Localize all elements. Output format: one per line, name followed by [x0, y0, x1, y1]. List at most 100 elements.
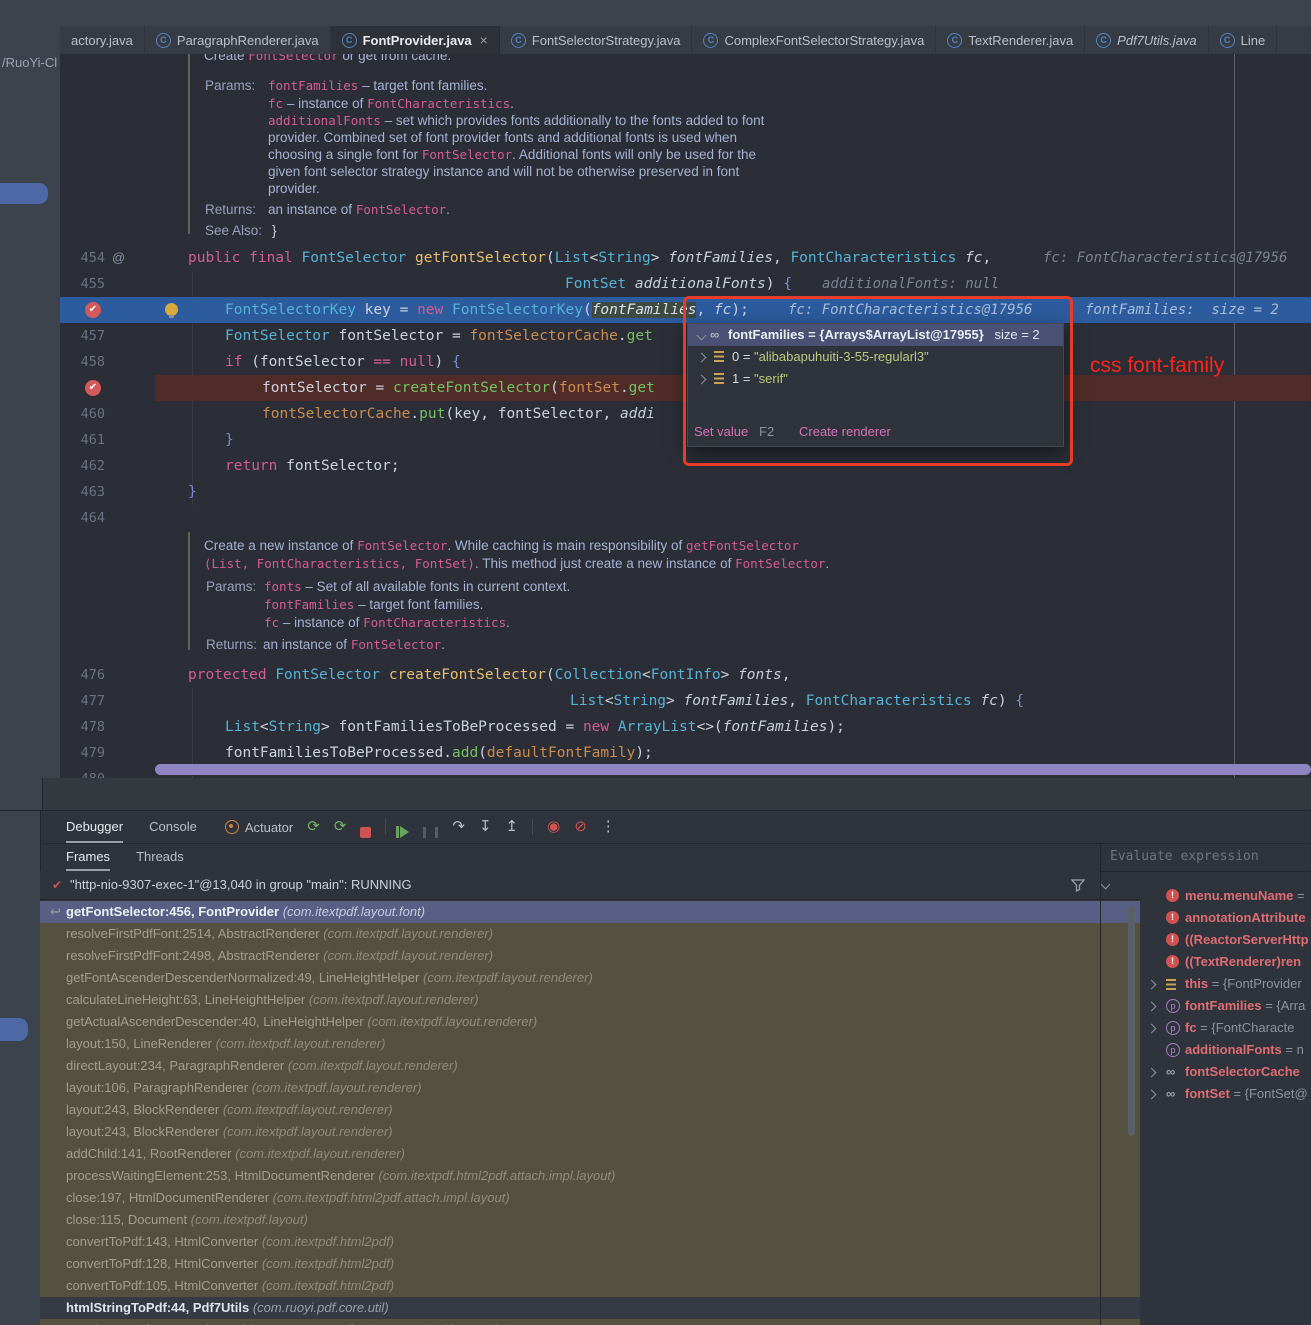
doc-line: given font selector strategy instance an…: [60, 163, 1311, 181]
more-icon[interactable]: ⋮: [601, 811, 616, 843]
class-icon: C: [342, 33, 357, 48]
editor-tab-textrenderer-java[interactable]: CTextRenderer.java: [936, 26, 1085, 54]
stack-frame-row[interactable]: close:115, Document (com.itextpdf.layout…: [40, 1209, 1140, 1231]
stack-frame-row[interactable]: htmlStringToPdf:44, Pdf7Utils (com.ruoyi…: [40, 1297, 1140, 1319]
chevron-right-icon[interactable]: [1147, 1090, 1157, 1100]
doc-text: given font selector strategy instance an…: [268, 163, 739, 181]
stack-frame-row[interactable]: directLayout:234, ParagraphRenderer (com…: [40, 1055, 1140, 1077]
editor-tab-pdf7utils-java[interactable]: CPdf7Utils.java: [1085, 26, 1208, 54]
thread-row[interactable]: ✔ "http-nio-9307-exec-1"@13,040 in group…: [40, 871, 1140, 900]
variable-row[interactable]: pfc = {FontCharacte: [1100, 1017, 1311, 1039]
code-editor[interactable]: Create FontSelector or get from cache.Pa…: [60, 54, 1311, 778]
evaluate-expression-bar[interactable]: Evaluate expression: [1100, 843, 1311, 872]
stack-frame-row[interactable]: convertToPdf:143, HtmlConverter (com.ite…: [40, 1231, 1140, 1253]
horizontal-scrollbar[interactable]: [155, 764, 1311, 775]
stack-frame-row[interactable]: calculateLineHeight:63, LineHeightHelper…: [40, 989, 1140, 1011]
filter-funnel-icon[interactable]: [1071, 879, 1085, 892]
close-icon[interactable]: ×: [480, 32, 488, 48]
frame-method-label: resolveFirstPdfFont:2498, AbstractRender…: [66, 948, 493, 963]
frame-method-label: getActualAscenderDescender:40, LineHeigh…: [66, 1014, 537, 1029]
panel-gap: [0, 778, 1311, 810]
variable-row[interactable]: !((ReactorServerHttp: [1100, 929, 1311, 951]
intention-bulb-icon[interactable]: [165, 303, 178, 316]
variable-row[interactable]: ∞fontSelectorCache: [1100, 1061, 1311, 1083]
chevron-right-icon[interactable]: [1147, 1024, 1157, 1034]
stop-icon[interactable]: [360, 827, 371, 838]
chevron-right-icon[interactable]: [1147, 1068, 1157, 1078]
rerun-icon[interactable]: ⟳: [307, 811, 320, 843]
step-into-icon[interactable]: ↧: [479, 811, 492, 843]
stack-frame-row[interactable]: getActualAscenderDescender:40, LineHeigh…: [40, 1011, 1140, 1033]
rerun-debug-icon[interactable]: ⟳: [334, 811, 347, 843]
variable-row[interactable]: this = {FontProvider: [1100, 973, 1311, 995]
annotation-label: css font-family: [1090, 354, 1224, 378]
frame-method-label: convertToPdf:128, HtmlConverter (com.ite…: [66, 1256, 394, 1271]
variable-row[interactable]: ∞fontSet = {FontSet@: [1100, 1083, 1311, 1105]
frame-method-label: close:115, Document (com.itextpdf.layout…: [66, 1212, 308, 1227]
doc-line: fontFamilies – target font families.: [60, 596, 1311, 614]
stack-frame-row[interactable]: layout:150, LineRenderer (com.itextpdf.l…: [40, 1033, 1140, 1055]
value-icon: [1166, 979, 1176, 990]
pause-icon[interactable]: [423, 827, 438, 838]
variable-name: fontFamilies = {Arra: [1185, 995, 1305, 1017]
editor-tab-fontselectorstrategy-java[interactable]: CFontSelectorStrategy.java: [500, 26, 693, 54]
stack-frame-row[interactable]: convertToPdf:128, HtmlConverter (com.ite…: [40, 1253, 1140, 1275]
editor-tab-paragraphrenderer-java[interactable]: CParagraphRenderer.java: [145, 26, 331, 54]
stack-frame-row[interactable]: layout:243, BlockRenderer (com.itextpdf.…: [40, 1121, 1140, 1143]
step-over-icon[interactable]: ↷: [452, 811, 465, 843]
class-icon: C: [947, 33, 962, 48]
stack-frame-row[interactable]: getFontAscenderDescenderNormalized:49, L…: [40, 967, 1140, 989]
debug-tab-debugger[interactable]: Debugger: [66, 811, 123, 843]
variable-row[interactable]: !annotationAttribute: [1100, 907, 1311, 929]
doc-text: Create a new instance of FontSelector. W…: [204, 537, 799, 555]
doc-text: fc – instance of FontCharacteristics.: [268, 95, 514, 113]
breakpoint-icon[interactable]: ✔: [85, 380, 101, 396]
view-breakpoints-icon[interactable]: ◉: [547, 811, 560, 843]
editor-tab-fontprovider-java[interactable]: CFontProvider.java×: [331, 26, 500, 54]
breakpoint-icon[interactable]: ✔: [85, 302, 101, 318]
frame-method-label: processWaitingElement:253, HtmlDocumentR…: [66, 1168, 615, 1183]
variable-row[interactable]: padditionalFonts = n: [1100, 1039, 1311, 1061]
doc-text: fontFamilies – target font families.: [264, 596, 483, 614]
stack-frame-row[interactable]: close:197, HtmlDocumentRenderer (com.ite…: [40, 1187, 1140, 1209]
doc-line: Params:fonts – Set of all available font…: [60, 578, 1311, 596]
stack-frame-row[interactable]: layout:243, BlockRenderer (com.itextpdf.…: [40, 1099, 1140, 1121]
chevron-right-icon[interactable]: [1147, 1002, 1157, 1012]
editor-tab-actory-java[interactable]: actory.java: [60, 26, 145, 54]
variable-row[interactable]: !((TextRenderer)ren: [1100, 951, 1311, 973]
frame-package-label: (com.itextpdf.html2pdf): [262, 1256, 394, 1271]
code-text: return fontSelector;: [225, 453, 400, 479]
code-text: protected FontSelector createFontSelecto…: [188, 662, 790, 688]
stack-frame-row[interactable]: templateToPdf:70, TemplateFolderSupportC…: [40, 1319, 1140, 1325]
doc-text: fonts – Set of all available fonts in cu…: [264, 578, 570, 596]
stack-frame-row[interactable]: processWaitingElement:253, HtmlDocumentR…: [40, 1165, 1140, 1187]
frame-package-label: (com.itextpdf.html2pdf.attach.impl.layou…: [273, 1190, 510, 1205]
doc-line: choosing a single font for FontSelector.…: [60, 146, 1311, 164]
step-out-icon[interactable]: ↥: [506, 811, 519, 843]
error-icon: !: [1166, 911, 1179, 924]
subtab-threads[interactable]: Threads: [136, 843, 184, 871]
stack-frame-row[interactable]: convertToPdf:105, HtmlConverter (com.ite…: [40, 1275, 1140, 1297]
mute-breakpoints-icon[interactable]: ⊘: [574, 811, 587, 843]
annotation-rectangle: [683, 296, 1073, 466]
rail-selection-pill[interactable]: [0, 1018, 28, 1041]
stack-frame-row[interactable]: resolveFirstPdfFont:2498, AbstractRender…: [40, 945, 1140, 967]
editor-tab-complexfontselectorstrategy-java[interactable]: CComplexFontSelectorStrategy.java: [692, 26, 936, 54]
debug-tab-console[interactable]: Console: [149, 811, 197, 843]
chevron-right-icon[interactable]: [1147, 980, 1157, 990]
stack-frame-row[interactable]: ↩getFontSelector:456, FontProvider (com.…: [40, 901, 1140, 923]
stack-frame-row[interactable]: addChild:141, RootRenderer (com.itextpdf…: [40, 1143, 1140, 1165]
editor-tab-line[interactable]: CLine: [1209, 26, 1278, 54]
doc-text: fontFamilies – target font families.: [268, 77, 487, 95]
toolbar-separator: [385, 819, 386, 835]
variable-row[interactable]: pfontFamilies = {Arra: [1100, 995, 1311, 1017]
tab-actuator[interactable]: Actuator: [225, 820, 293, 835]
resume-icon[interactable]: [400, 826, 409, 838]
variable-row[interactable]: !menu.menuName =: [1100, 885, 1311, 907]
subtab-frames[interactable]: Frames: [66, 843, 110, 871]
code-text: FontSelector fontSelector = fontSelector…: [225, 323, 653, 349]
stack-frame-row[interactable]: resolveFirstPdfFont:2514, AbstractRender…: [40, 923, 1140, 945]
rail-selection-pill[interactable]: [0, 183, 48, 204]
doc-section-label: See Also:: [205, 222, 262, 240]
stack-frame-row[interactable]: layout:106, ParagraphRenderer (com.itext…: [40, 1077, 1140, 1099]
